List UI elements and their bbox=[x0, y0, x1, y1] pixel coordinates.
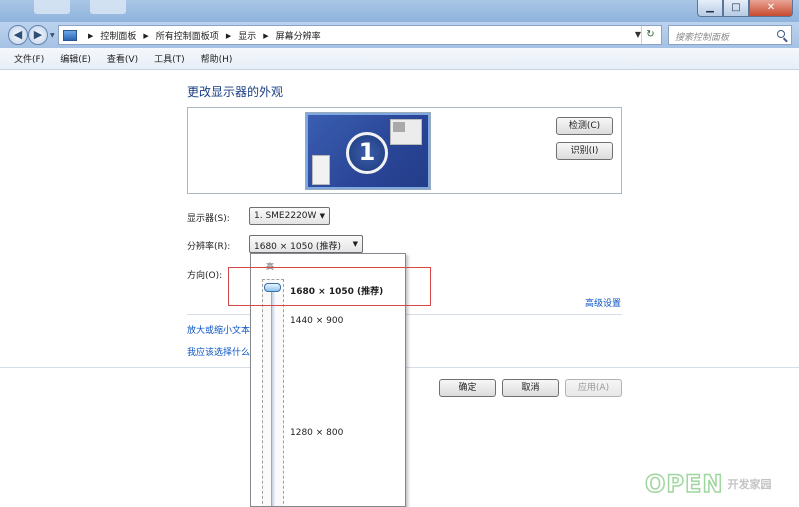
detect-button[interactable]: 检测(C) bbox=[556, 117, 613, 135]
display-select-value: 1. SME2220W bbox=[254, 211, 317, 221]
monitor-window-icon bbox=[312, 155, 330, 185]
breadcrumb-control-panel[interactable]: 控制面板 bbox=[100, 29, 136, 42]
forward-arrow-icon: ▶ bbox=[33, 28, 43, 41]
refresh-icon[interactable]: ↻ bbox=[641, 26, 659, 44]
chevron-right-icon[interactable]: ▶ bbox=[143, 32, 148, 40]
search-placeholder: 搜索控制面板 bbox=[675, 33, 730, 43]
main-content: 更改显示器的外观 1 检测(C) 识别(I) 显示器(S): 1. SME222… bbox=[0, 70, 799, 507]
menu-tools[interactable]: 工具(T) bbox=[152, 50, 187, 67]
search-input[interactable]: 搜索控制面板 bbox=[668, 25, 792, 45]
title-bar: ▁ □ ✕ bbox=[0, 0, 799, 22]
chevron-right-icon[interactable]: ▶ bbox=[263, 32, 268, 40]
breadcrumb-screen-resolution[interactable]: 屏幕分辨率 bbox=[276, 29, 321, 42]
title-thumb bbox=[90, 0, 126, 14]
resolution-select[interactable]: 1680 × 1050 (推荐) ▼ bbox=[249, 235, 363, 253]
apply-button[interactable]: 应用(A) bbox=[565, 379, 622, 397]
title-thumbnails bbox=[34, 0, 126, 14]
recent-pages-icon[interactable]: ▼ bbox=[50, 32, 55, 39]
ok-button[interactable]: 确定 bbox=[439, 379, 496, 397]
breadcrumb-all-items[interactable]: 所有控制面板项 bbox=[156, 29, 219, 42]
monitor-preview[interactable]: 1 bbox=[306, 113, 430, 189]
resolution-label: 分辨率(R): bbox=[187, 242, 231, 252]
slider-rail bbox=[271, 290, 275, 506]
address-row: ◀ ▶ ▼ ▶ 控制面板 ▶ 所有控制面板项 ▶ 显示 ▶ 屏幕分辨率 ▼ ↻ … bbox=[0, 22, 799, 48]
back-button[interactable]: ◀ bbox=[8, 25, 28, 45]
resolution-option[interactable]: 1280 × 800 bbox=[290, 428, 343, 438]
choose-settings-link[interactable]: 我应该选择什么 bbox=[187, 345, 250, 358]
advanced-settings-link[interactable]: 高级设置 bbox=[585, 296, 621, 309]
back-arrow-icon: ◀ bbox=[13, 28, 23, 41]
text-size-link[interactable]: 放大或缩小文本 bbox=[187, 323, 250, 336]
menu-help[interactable]: 帮助(H) bbox=[199, 50, 235, 67]
watermark-logo: OPEN 开发家园 bbox=[644, 469, 772, 499]
watermark-subtext: 开发家园 bbox=[727, 477, 772, 491]
monitor-number: 1 bbox=[346, 132, 388, 174]
forward-button[interactable]: ▶ bbox=[28, 25, 48, 45]
minimize-button[interactable]: ▁ bbox=[697, 0, 723, 17]
menu-bar: 文件(F) 编辑(E) 查看(V) 工具(T) 帮助(H) bbox=[0, 48, 799, 70]
menu-edit[interactable]: 编辑(E) bbox=[58, 50, 93, 67]
resolution-option[interactable]: 1440 × 900 bbox=[290, 316, 343, 326]
address-bar[interactable]: ▶ 控制面板 ▶ 所有控制面板项 ▶ 显示 ▶ 屏幕分辨率 ▼ ↻ bbox=[58, 25, 662, 45]
menu-view[interactable]: 查看(V) bbox=[105, 50, 140, 67]
title-thumb bbox=[34, 0, 70, 14]
chevron-right-icon[interactable]: ▶ bbox=[226, 32, 231, 40]
breadcrumb-display[interactable]: 显示 bbox=[238, 29, 256, 42]
display-select[interactable]: 1. SME2220W ▼ bbox=[249, 207, 330, 225]
chevron-down-icon: ▼ bbox=[352, 240, 358, 248]
close-button[interactable]: ✕ bbox=[749, 0, 793, 17]
watermark-text: OPEN bbox=[644, 469, 724, 499]
breadcrumb: ▶ 控制面板 ▶ 所有控制面板项 ▶ 显示 ▶ 屏幕分辨率 bbox=[81, 29, 321, 43]
identify-button[interactable]: 识别(I) bbox=[556, 142, 613, 160]
window-controls: ▁ □ ✕ bbox=[697, 0, 793, 17]
monitor-window-icon bbox=[390, 119, 422, 145]
monitor-panel: 1 检测(C) 识别(I) bbox=[187, 107, 622, 194]
orientation-label: 方向(O): bbox=[187, 271, 223, 281]
menu-file[interactable]: 文件(F) bbox=[12, 50, 46, 67]
chevron-right-icon[interactable]: ▶ bbox=[88, 32, 93, 40]
maximize-button[interactable]: □ bbox=[723, 0, 749, 17]
control-panel-icon bbox=[63, 30, 77, 41]
chevron-down-icon: ▼ bbox=[319, 212, 325, 220]
cancel-button[interactable]: 取消 bbox=[502, 379, 559, 397]
search-icon[interactable] bbox=[777, 30, 785, 38]
display-label: 显示器(S): bbox=[187, 214, 230, 224]
resolution-select-value: 1680 × 1050 (推荐) bbox=[254, 242, 341, 252]
highlight-annotation bbox=[228, 267, 431, 306]
page-title: 更改显示器的外观 bbox=[187, 85, 284, 99]
resolution-slider[interactable] bbox=[262, 279, 284, 506]
